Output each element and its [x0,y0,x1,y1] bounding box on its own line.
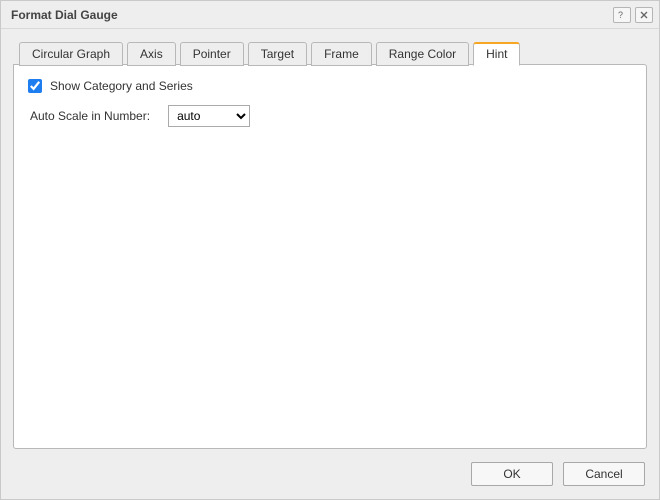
show-category-row: Show Category and Series [28,79,632,93]
ok-button[interactable]: OK [471,462,553,486]
dialog: Format Dial Gauge ? Circular Graph Axis … [0,0,660,500]
help-button[interactable]: ? [613,7,631,23]
close-icon [640,11,648,19]
tab-label: Target [261,47,294,61]
tab-label: Pointer [193,47,231,61]
tab-frame[interactable]: Frame [311,42,372,66]
auto-scale-row: Auto Scale in Number: auto [28,105,632,127]
tab-hint[interactable]: Hint [473,42,520,66]
tab-label: Hint [486,47,507,61]
tab-strip: Circular Graph Axis Pointer Target Frame… [13,41,647,65]
tab-target[interactable]: Target [248,42,307,66]
tab-label: Axis [140,47,163,61]
close-button[interactable] [635,7,653,23]
dialog-footer: OK Cancel [1,449,659,499]
dialog-body: Circular Graph Axis Pointer Target Frame… [1,29,659,449]
ok-button-label: OK [503,467,520,481]
auto-scale-select[interactable]: auto [168,105,250,127]
tab-circular-graph[interactable]: Circular Graph [19,42,123,66]
cancel-button[interactable]: Cancel [563,462,645,486]
tab-label: Circular Graph [32,47,110,61]
tab-label: Range Color [389,47,456,61]
tab-axis[interactable]: Axis [127,42,176,66]
auto-scale-label: Auto Scale in Number: [30,109,150,123]
show-category-and-series-label: Show Category and Series [50,79,193,93]
help-icon: ? [618,10,626,20]
tab-panel-hint: Show Category and Series Auto Scale in N… [13,64,647,449]
tab-pointer[interactable]: Pointer [180,42,244,66]
svg-text:?: ? [618,10,623,20]
dialog-title: Format Dial Gauge [11,8,609,22]
titlebar: Format Dial Gauge ? [1,1,659,29]
show-category-and-series-checkbox[interactable] [28,79,42,93]
tab-label: Frame [324,47,359,61]
cancel-button-label: Cancel [585,467,622,481]
tab-range-color[interactable]: Range Color [376,42,469,66]
